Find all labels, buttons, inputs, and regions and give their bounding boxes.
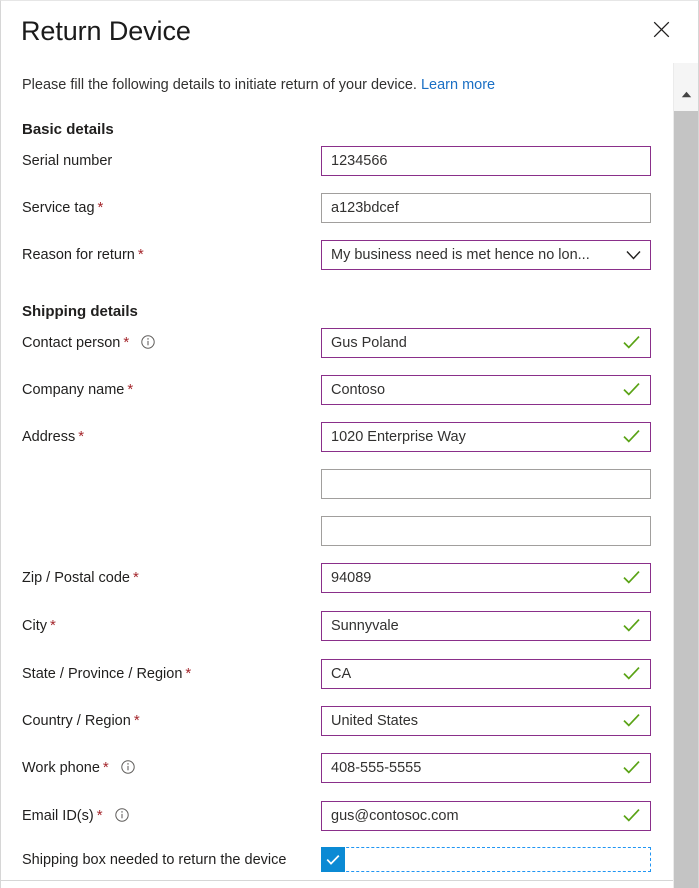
field-row-email-ids: Email ID(s) *: [1, 801, 698, 831]
required-marker: *: [78, 428, 85, 445]
field-row-state-province-region: State / Province / Region *: [1, 659, 698, 689]
address-line2-input[interactable]: [321, 469, 651, 499]
label-country-region: Country / Region *: [22, 706, 140, 736]
reason-for-return-selected-value: My business need is met hence no lon...: [331, 247, 590, 263]
label-text: Contact person: [22, 335, 121, 351]
field-row-work-phone: Work phone *: [1, 753, 698, 783]
chevron-down-icon: [626, 250, 641, 261]
checkmark-icon: [326, 854, 340, 866]
required-marker: *: [102, 759, 109, 776]
email-ids-input[interactable]: [321, 801, 651, 831]
label-text: Reason for return: [22, 247, 135, 263]
label-state-province-region: State / Province / Region *: [22, 659, 191, 689]
intro-text: Please fill the following details to ini…: [22, 75, 495, 95]
label-text: Country / Region: [22, 713, 131, 729]
label-reason-for-return: Reason for return *: [22, 240, 144, 270]
label-address: Address *: [22, 422, 84, 452]
dialog-header: Return Device: [1, 1, 698, 63]
close-icon: [653, 21, 670, 38]
state-province-region-input[interactable]: [321, 659, 651, 689]
field-row-address-line3: [1, 516, 698, 546]
label-city: City *: [22, 611, 56, 641]
required-marker: *: [49, 617, 56, 634]
address-line3-input[interactable]: [321, 516, 651, 546]
field-row-city: City *: [1, 611, 698, 641]
field-row-serial-number: Serial number: [1, 146, 698, 176]
label-company-name: Company name *: [22, 375, 133, 405]
intro-sentence: Please fill the following details to ini…: [22, 77, 417, 93]
serial-number-input[interactable]: [321, 146, 651, 176]
work-phone-input[interactable]: [321, 753, 651, 783]
country-region-input[interactable]: [321, 706, 651, 736]
field-row-service-tag: Service tag *: [1, 193, 698, 223]
label-serial-number: Serial number: [22, 146, 112, 176]
label-text: Service tag: [22, 200, 95, 216]
caret-up-icon: [681, 91, 692, 98]
field-row-address: Address *: [1, 422, 698, 452]
field-row-contact-person: Contact person *: [1, 328, 698, 358]
reason-for-return-select[interactable]: My business need is met hence no lon...: [321, 240, 651, 270]
required-marker: *: [96, 807, 103, 824]
required-marker: *: [133, 712, 140, 729]
label-shipping-box-needed: Shipping box needed to return the device: [22, 852, 287, 868]
service-tag-input[interactable]: [321, 193, 651, 223]
required-marker: *: [137, 246, 144, 263]
address-line1-input[interactable]: [321, 422, 651, 452]
section-heading-shipping-details: Shipping details: [22, 303, 138, 320]
scrollbar-thumb[interactable]: [674, 111, 698, 888]
required-marker: *: [185, 665, 192, 682]
field-row-zip-postal-code: Zip / Postal code *: [1, 563, 698, 593]
bottom-divider: [1, 880, 698, 881]
close-button[interactable]: [649, 17, 673, 41]
scroll-up-button[interactable]: [674, 77, 698, 111]
field-row-address-line2: [1, 469, 698, 499]
info-icon[interactable]: [114, 808, 129, 822]
label-text: Serial number: [22, 153, 113, 169]
company-name-input[interactable]: [321, 375, 651, 405]
page-title: Return Device: [21, 16, 191, 46]
contact-person-input[interactable]: [321, 328, 651, 358]
zip-postal-code-input[interactable]: [321, 563, 651, 593]
label-text: Work phone: [22, 760, 100, 776]
required-marker: *: [97, 199, 104, 216]
field-row-shipping-box-needed: Shipping box needed to return the device: [1, 846, 698, 876]
label-text: State / Province / Region: [22, 666, 183, 682]
section-heading-basic-details: Basic details: [22, 121, 114, 138]
label-text: Address: [22, 429, 76, 445]
required-marker: *: [123, 334, 130, 351]
label-service-tag: Service tag *: [22, 193, 103, 223]
required-marker: *: [133, 569, 139, 586]
field-row-reason-for-return: Reason for return * My business need is m…: [1, 240, 698, 270]
shipping-box-focus-outline[interactable]: [321, 847, 651, 872]
return-device-dialog: Return Device Please fill the following …: [0, 0, 699, 888]
label-contact-person: Contact person *: [22, 328, 155, 358]
label-work-phone: Work phone *: [22, 753, 135, 783]
field-row-country-region: Country / Region *: [1, 706, 698, 736]
info-icon[interactable]: [141, 335, 155, 349]
field-row-company-name: Company name *: [1, 375, 698, 405]
city-input[interactable]: [321, 611, 651, 641]
label-text: Email ID(s): [22, 808, 94, 824]
label-text: Zip / Postal code: [22, 570, 130, 586]
label-email-ids: Email ID(s) *: [22, 801, 129, 831]
shipping-box-checkbox[interactable]: [321, 847, 345, 872]
required-marker: *: [127, 381, 134, 398]
info-icon[interactable]: [121, 760, 135, 774]
label-text: City: [22, 618, 47, 634]
label-zip-postal-code: Zip / Postal code *: [22, 563, 139, 593]
learn-more-link[interactable]: Learn more: [421, 77, 495, 93]
label-text: Company name: [22, 382, 125, 398]
vertical-scrollbar[interactable]: [673, 63, 698, 888]
